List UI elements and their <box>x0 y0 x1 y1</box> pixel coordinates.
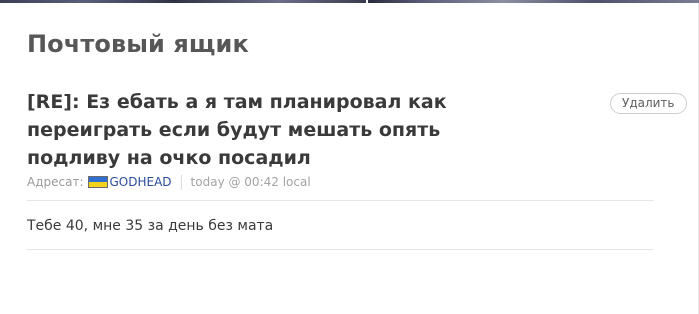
banner-divider <box>366 0 368 3</box>
page-title: Почтовый ящик <box>27 30 249 58</box>
message-timestamp: today @ 00:42 local <box>190 175 311 189</box>
message-meta: Адресат: GODHEAD today @ 00:42 local <box>27 173 682 191</box>
message-header: [RE]: Ез ебать а я там планировал как пе… <box>27 88 687 191</box>
message-body: Тебе 40, мне 35 за день без мата <box>27 218 274 234</box>
recipient-label: Адресат: <box>27 175 84 189</box>
meta-separator <box>180 174 182 190</box>
divider <box>27 249 654 250</box>
flag-icon <box>87 176 108 188</box>
divider <box>27 200 654 201</box>
mailbox-page: Почтовый ящик [RE]: Ез ебать а я там пла… <box>0 0 699 314</box>
message-subject: [RE]: Ез ебать а я там планировал как пе… <box>27 91 447 169</box>
header-banner-image <box>0 0 699 3</box>
delete-button[interactable]: Удалить <box>610 93 687 114</box>
recipient-link[interactable]: GODHEAD <box>110 175 172 189</box>
